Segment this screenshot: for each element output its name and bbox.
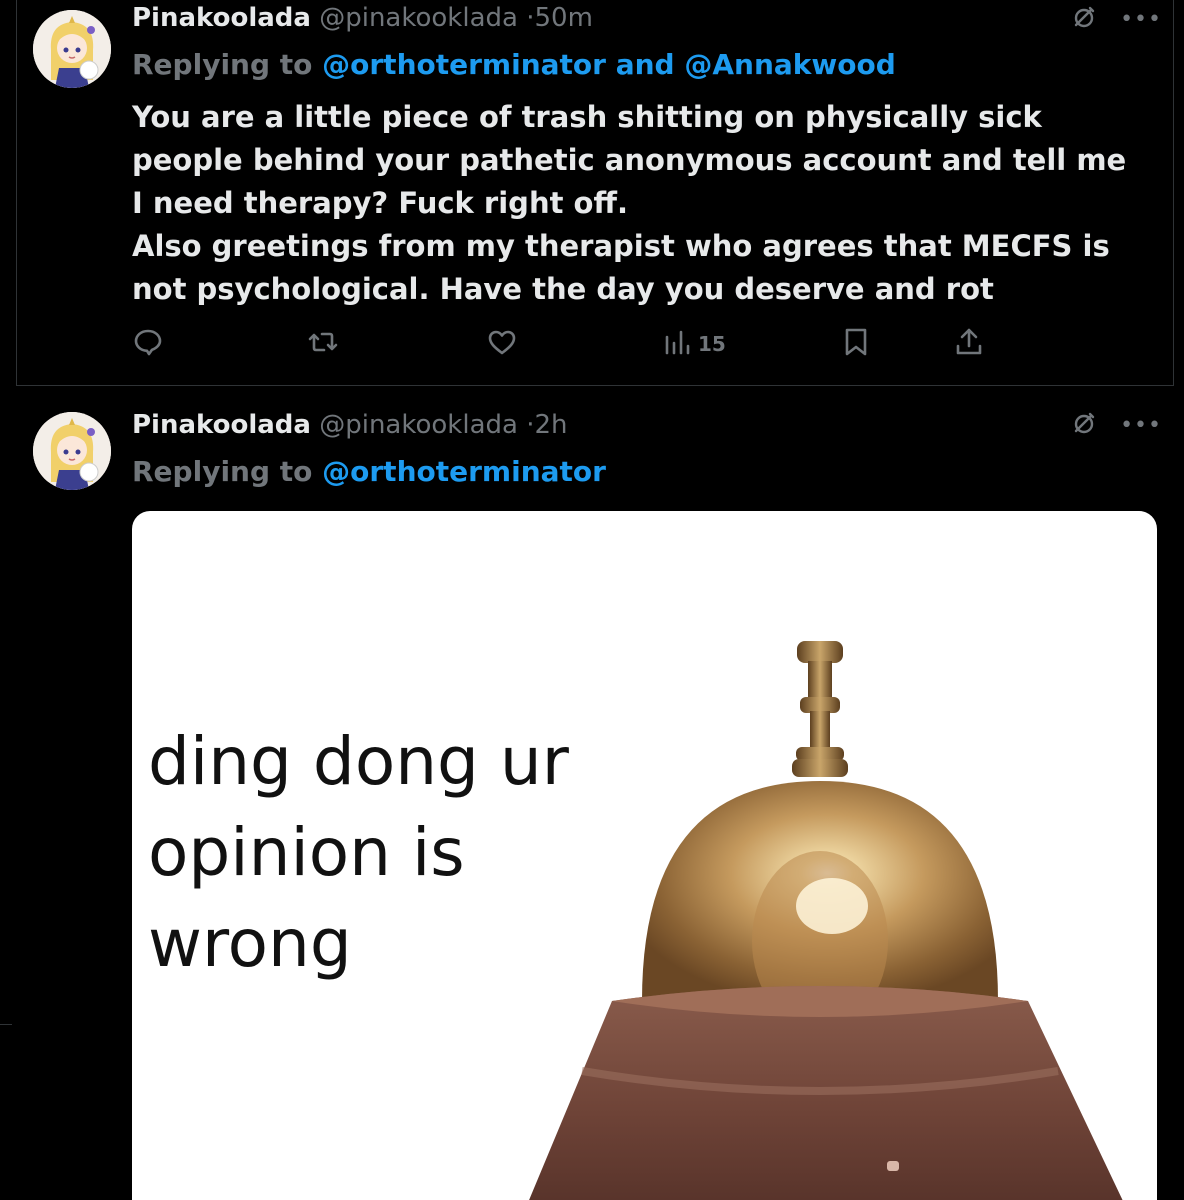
tweet-media-image[interactable]: ding dong ur opinion is wrong	[132, 511, 1157, 1200]
tweet-header: Pinakoolada @pinakooklada ·2h	[132, 408, 568, 442]
avatar[interactable]	[33, 412, 111, 490]
views-button[interactable]: 15	[664, 326, 726, 362]
reply-icon	[132, 326, 164, 362]
side-divider	[0, 1024, 12, 1025]
share-icon	[954, 326, 984, 362]
display-name[interactable]: Pinakoolada	[132, 410, 311, 440]
bookmark-icon	[842, 326, 870, 362]
mention-link[interactable]: @Annakwood	[684, 48, 895, 81]
display-name[interactable]: Pinakoolada	[132, 3, 311, 33]
grok-icon[interactable]	[1070, 410, 1098, 442]
bookmark-button[interactable]	[842, 326, 870, 362]
views-icon	[664, 327, 690, 361]
mention-joiner: and	[615, 48, 675, 81]
views-count: 15	[698, 332, 726, 356]
tweet-text-line: Also greetings from my therapist who agr…	[132, 229, 1110, 306]
like-icon	[486, 326, 518, 362]
service-bell-image	[492, 641, 1157, 1200]
username-handle[interactable]: @pinakooklada	[319, 3, 518, 33]
grok-icon[interactable]	[1070, 4, 1098, 36]
column-border-left	[16, 0, 17, 386]
share-button[interactable]	[954, 326, 984, 362]
avatar[interactable]	[33, 10, 111, 88]
retweet-icon	[306, 326, 340, 362]
column-border-right	[1173, 0, 1174, 386]
mention-link[interactable]: @orthoterminator	[322, 455, 606, 488]
tweet-divider	[16, 385, 1174, 386]
mention-link[interactable]: @orthoterminator	[322, 48, 606, 81]
tweet-text: You are a little piece of trash shitting…	[132, 96, 1132, 311]
retweet-button[interactable]	[306, 326, 340, 362]
replying-to: Replying to @orthoterminator and @Annakw…	[132, 45, 896, 85]
tweet-top-actions: •••	[1070, 411, 1162, 441]
tweet-top-actions: •••	[1070, 5, 1162, 35]
replying-to-label: Replying to	[132, 48, 313, 81]
replying-to: Replying to @orthoterminator	[132, 452, 606, 492]
username-handle[interactable]: @pinakooklada	[319, 410, 518, 440]
timeline: Pinakoolada @pinakooklada ·50m ••• Reply…	[0, 0, 1184, 1200]
timestamp[interactable]: 50m	[534, 3, 592, 33]
tweet-header: Pinakoolada @pinakooklada ·50m	[132, 1, 593, 35]
more-icon[interactable]: •••	[1120, 9, 1162, 31]
tweet-action-bar: 15	[132, 326, 992, 362]
more-icon[interactable]: •••	[1120, 415, 1162, 437]
replying-to-label: Replying to	[132, 455, 313, 488]
tweet-text-line: You are a little piece of trash shitting…	[132, 100, 1127, 220]
like-button[interactable]	[486, 326, 518, 362]
reply-button[interactable]	[132, 326, 164, 362]
timestamp[interactable]: 2h	[534, 410, 567, 440]
